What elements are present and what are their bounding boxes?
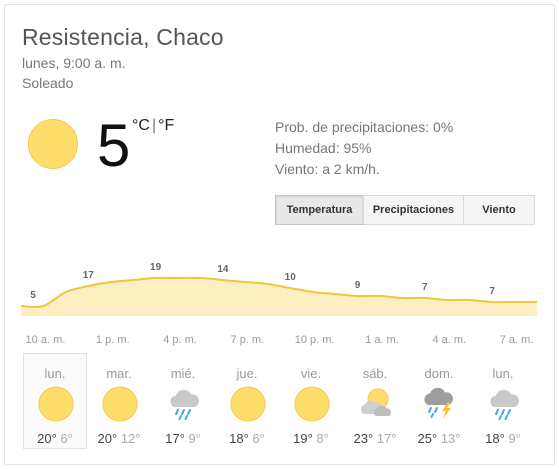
day-temperatures: 19° 8°	[280, 431, 342, 446]
wind: Viento: a 2 km/h.	[275, 161, 380, 177]
location-title: Resistencia, Chaco	[22, 24, 224, 50]
forecast-day[interactable]: mié. 17° 9°	[151, 353, 215, 449]
data-label: 14	[217, 264, 229, 275]
unit-switcher: °C | °F	[132, 117, 174, 135]
sun-icon	[38, 386, 74, 422]
data-label: 17	[83, 270, 95, 281]
high-temp: 25°	[417, 431, 438, 446]
forecast-day[interactable]: jue. 18° 6°	[215, 353, 279, 449]
partly-cloudy-icon	[358, 386, 394, 422]
forecast-day[interactable]: lun. 20° 6°	[23, 353, 87, 449]
precipitation-probability: Prob. de precipitaciones: 0%	[275, 119, 454, 135]
low-temp: 6°	[252, 431, 265, 446]
humidity: Humedad: 95%	[275, 140, 372, 156]
low-temp: 9°	[188, 431, 201, 446]
sun-icon	[102, 386, 138, 422]
x-tick-label: 4 a. m.	[432, 334, 466, 346]
forecast-day[interactable]: lun. 18° 9°	[471, 353, 535, 449]
low-temp: 9°	[508, 431, 521, 446]
celsius-toggle[interactable]: °C	[132, 117, 150, 134]
forecast-day[interactable]: sáb. 23° 17°	[343, 353, 407, 449]
x-tick-label: 10 p. m.	[295, 334, 335, 346]
tab-wind[interactable]: Viento	[463, 195, 535, 225]
high-temp: 18°	[229, 431, 249, 446]
x-tick-label: 4 p. m.	[163, 334, 197, 346]
temperature-chart: 5 17 19 14 10 9 7 7 10 a. m. 1 p. m. 4 p. m. 7 p. m…	[21, 262, 537, 346]
forecast-day[interactable]: dom. 25° 13°	[407, 353, 471, 449]
data-label: 10	[285, 272, 297, 283]
day-name: mié.	[170, 366, 196, 381]
x-tick-label: 1 a. m.	[365, 334, 399, 346]
x-tick-label: 10 a. m.	[26, 334, 66, 346]
data-label: 9	[355, 280, 361, 291]
day-name: dom.	[424, 366, 454, 381]
high-temp: 20°	[97, 431, 118, 446]
condition-text: Soleado	[22, 75, 74, 91]
forecast-day[interactable]: mar. 20° 12°	[87, 353, 151, 449]
date-time: lunes, 9:00 a. m.	[22, 55, 126, 71]
fahrenheit-toggle[interactable]: °F	[158, 117, 174, 134]
day-name: lun.	[492, 366, 514, 381]
low-temp: 6°	[60, 431, 73, 446]
day-name: sáb.	[362, 366, 388, 381]
data-label: 7	[422, 282, 428, 293]
day-temperatures: 20° 6°	[24, 431, 86, 446]
tab-temperature[interactable]: Temperatura	[275, 195, 364, 225]
high-temp: 20°	[37, 431, 57, 446]
chart-tabs: Temperatura Precipitaciones Viento	[275, 195, 535, 225]
high-temp: 17°	[165, 431, 185, 446]
day-temperatures: 25° 13°	[408, 431, 470, 446]
low-temp: 13°	[440, 431, 461, 446]
low-temp: 17°	[376, 431, 397, 446]
x-tick-label: 7 a. m.	[500, 334, 534, 346]
high-temp: 18°	[485, 431, 505, 446]
day-temperatures: 18° 9°	[472, 431, 534, 446]
data-label: 7	[489, 286, 495, 297]
data-label: 19	[150, 262, 162, 273]
day-name: vie.	[300, 366, 322, 381]
sun-icon	[28, 119, 78, 169]
thunderstorm-icon	[422, 386, 458, 422]
sun-icon	[230, 386, 266, 422]
unit-separator: |	[151, 117, 157, 134]
day-temperatures: 23° 17°	[344, 431, 406, 446]
x-tick-label: 7 p. m.	[231, 334, 265, 346]
day-name: jue.	[236, 366, 258, 381]
rain-cloud-icon	[486, 386, 522, 422]
weather-card: Resistencia, Chaco lunes, 9:00 a. m. Sol…	[4, 4, 555, 465]
sun-icon	[294, 386, 330, 422]
daily-forecast: lun. 20° 6° mar. 20° 12° mié. 17° 9° jue. 18° 6…	[23, 353, 535, 449]
low-temp: 8°	[316, 431, 329, 446]
day-name: mar.	[106, 366, 132, 381]
tab-precipitation[interactable]: Precipitaciones	[363, 195, 464, 225]
day-name: lun.	[44, 366, 66, 381]
current-temperature: 5	[97, 112, 131, 179]
low-temp: 12°	[120, 431, 141, 446]
high-temp: 23°	[353, 431, 374, 446]
data-label: 5	[30, 290, 36, 301]
weather-details: Prob. de precipitaciones: 0% Humedad: 95…	[275, 117, 453, 180]
day-temperatures: 18° 6°	[216, 431, 278, 446]
day-temperatures: 20° 12°	[88, 431, 150, 446]
forecast-day[interactable]: vie. 19° 8°	[279, 353, 343, 449]
x-tick-label: 1 p. m.	[96, 334, 130, 346]
day-temperatures: 17° 9°	[152, 431, 214, 446]
high-temp: 19°	[293, 431, 313, 446]
rain-cloud-icon	[166, 386, 202, 422]
